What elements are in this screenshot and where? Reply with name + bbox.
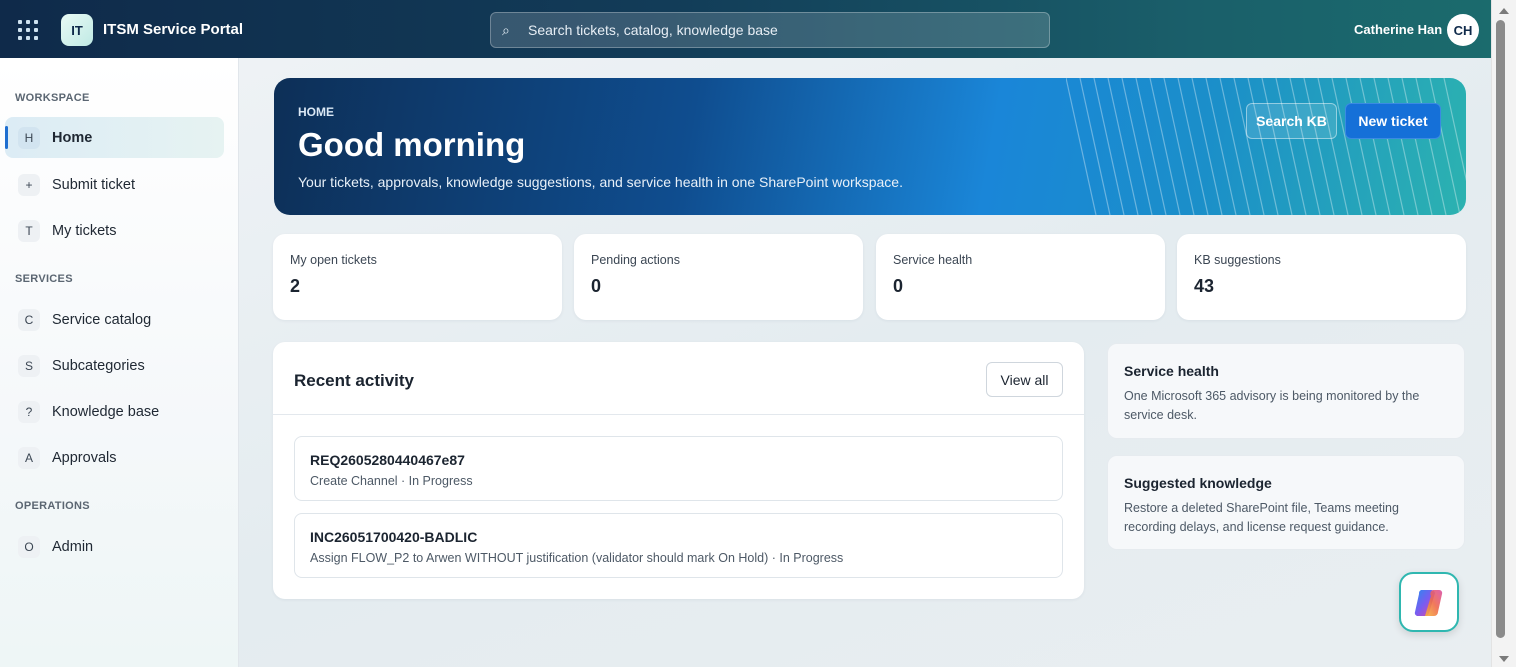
copilot-icon <box>1414 589 1443 617</box>
subcategories-icon: S <box>18 354 40 377</box>
stat-label: My open tickets <box>290 253 377 267</box>
sidebar-item-label: Admin <box>52 538 94 555</box>
admin-icon: O <box>18 535 40 558</box>
scroll-down-icon[interactable] <box>1499 656 1509 662</box>
section-label-workspace: WORKSPACE <box>15 92 90 104</box>
stat-value: 0 <box>893 276 904 296</box>
stat-value: 0 <box>591 276 602 296</box>
stat-card-service-health[interactable]: Service health 0 <box>876 234 1165 320</box>
recent-activity-header: Recent activity View all <box>273 342 1084 415</box>
catalog-icon: C <box>18 308 40 331</box>
sidebar: WORKSPACE H Home + Submit ticket T My ti… <box>0 58 239 667</box>
stat-label: Pending actions <box>591 253 680 267</box>
recent-activity-panel: Recent activity View all REQ260528044046… <box>273 342 1084 599</box>
service-health-card[interactable]: Service health One Microsoft 365 advisor… <box>1107 343 1465 439</box>
recent-activity-title: Recent activity <box>294 371 414 390</box>
approvals-icon: A <box>18 446 40 469</box>
sidebar-item-label: Service catalog <box>52 311 152 328</box>
section-label-services: SERVICES <box>15 273 73 285</box>
sidebar-item-my-tickets[interactable]: T My tickets <box>5 210 224 251</box>
search-icon: ⌕ <box>502 21 510 38</box>
sidebar-item-subcategories[interactable]: S Subcategories <box>5 345 224 386</box>
card-text: One Microsoft 365 advisory is being moni… <box>1124 389 1420 422</box>
scroll-up-icon[interactable] <box>1499 8 1509 14</box>
list-item[interactable]: INC26051700420-BADLIC Assign FLOW_P2 to … <box>294 513 1063 578</box>
sidebar-item-label: Subcategories <box>52 357 145 374</box>
copilot-button[interactable] <box>1399 572 1459 632</box>
suggested-knowledge-card[interactable]: Suggested knowledge Restore a deleted Sh… <box>1107 455 1465 550</box>
sidebar-item-home[interactable]: H Home <box>5 117 224 158</box>
sidebar-item-label: Home <box>52 129 93 146</box>
sidebar-item-knowledge-base[interactable]: ? Knowledge base <box>5 391 224 432</box>
ticket-description: Create Channel · In Progress <box>310 474 473 488</box>
sidebar-item-submit-ticket[interactable]: + Submit ticket <box>5 164 224 205</box>
hero-stripes-decoration <box>1066 78 1466 215</box>
waffle-icon[interactable] <box>18 20 38 40</box>
app-title[interactable]: ITSM Service Portal <box>103 21 243 38</box>
card-title: Suggested knowledge <box>1124 475 1272 491</box>
avatar[interactable]: CH <box>1447 14 1479 46</box>
sidebar-item-admin[interactable]: O Admin <box>5 526 224 567</box>
stat-card-kb-suggestions[interactable]: KB suggestions 43 <box>1177 234 1466 320</box>
home-icon: H <box>18 126 40 149</box>
help-icon: ? <box>18 400 40 423</box>
ticket-id: INC26051700420-BADLIC <box>310 529 478 545</box>
hero-kicker: HOME <box>298 105 334 119</box>
scroll-thumb[interactable] <box>1496 20 1505 638</box>
stat-value: 43 <box>1194 276 1215 296</box>
app-logo[interactable]: IT <box>61 14 93 46</box>
view-all-button[interactable]: View all <box>986 362 1063 397</box>
hero-banner: HOME Good morning Your tickets, approval… <box>274 78 1466 215</box>
search-box[interactable]: ⌕ <box>490 12 1050 48</box>
user-name[interactable]: Catherine Han <box>1354 22 1442 37</box>
ticket-description: Assign FLOW_P2 to Arwen WITHOUT justific… <box>310 551 844 565</box>
sidebar-item-label: Knowledge base <box>52 403 160 420</box>
sidebar-item-service-catalog[interactable]: C Service catalog <box>5 299 224 340</box>
sidebar-item-label: My tickets <box>52 222 117 239</box>
stat-label: KB suggestions <box>1194 253 1281 267</box>
top-bar: IT ITSM Service Portal ⌕ Catherine Han C… <box>0 0 1491 58</box>
sidebar-item-approvals[interactable]: A Approvals <box>5 437 224 478</box>
search-kb-button[interactable]: Search KB <box>1246 103 1337 139</box>
sidebar-item-label: Approvals <box>52 449 117 466</box>
stat-value: 2 <box>290 276 301 296</box>
page-title: Good morning <box>298 126 526 163</box>
card-title: Service health <box>1124 363 1219 379</box>
search-input[interactable] <box>528 22 1028 38</box>
sidebar-item-label: Submit ticket <box>52 176 135 193</box>
card-text: Restore a deleted SharePoint file, Teams… <box>1124 501 1399 534</box>
tickets-icon: T <box>18 219 40 242</box>
stat-label: Service health <box>893 253 973 267</box>
section-label-operations: OPERATIONS <box>15 500 90 512</box>
stat-card-open-tickets[interactable]: My open tickets 2 <box>273 234 562 320</box>
hero-subtitle: Your tickets, approvals, knowledge sugge… <box>298 174 903 190</box>
scrollbar[interactable] <box>1491 0 1516 667</box>
stat-card-pending-actions[interactable]: Pending actions 0 <box>574 234 863 320</box>
list-item[interactable]: REQ2605280440467e87 Create Channel · In … <box>294 436 1063 501</box>
new-ticket-button[interactable]: New ticket <box>1345 103 1441 139</box>
plus-icon: + <box>18 173 40 196</box>
ticket-id: REQ2605280440467e87 <box>310 452 465 468</box>
